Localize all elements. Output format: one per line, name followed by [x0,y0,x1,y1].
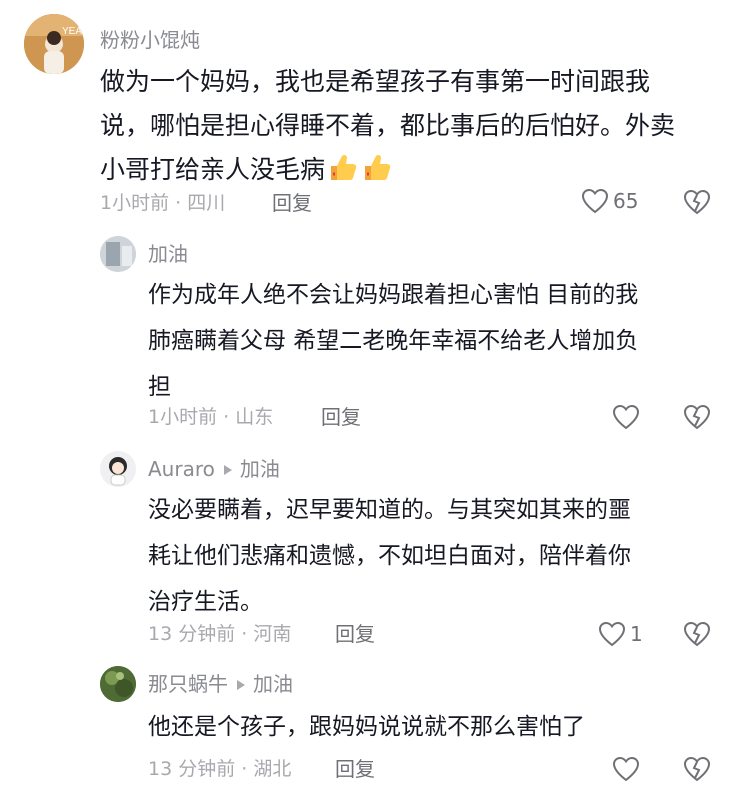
reply-username[interactable]: 加油 [148,244,188,264]
heart-icon [612,404,640,430]
broken-heart-icon [683,189,711,215]
avatar[interactable] [100,666,136,702]
like-count: 65 [613,189,639,213]
comment-text: 做为一个妈妈，我也是希望孩子有事第一时间跟我 说，哪怕是担心得睡不着，都比事后的… [100,60,710,198]
heart-icon [612,756,640,782]
thumbs-up-icon [361,152,393,198]
reply-meta: 13 分钟前 · 河南 [148,623,292,645]
dislike-button[interactable] [683,404,711,434]
reply-item: 加油 作为成年人绝不会让妈妈跟着担心害怕 目前的我 肺癌瞒着父母 希望二老晚年幸… [0,230,746,445]
comment-meta: 1小时前 · 四川 [100,192,226,214]
comment-item: YEAH 粉粉小馄炖 做为一个妈妈，我也是希望孩子有事第一时间跟我 说，哪怕是担… [0,0,746,230]
like-button[interactable] [612,756,644,782]
reply-text: 没必要瞒着，迟早要知道的。与其突如其来的噩 耗让他们悲痛和遗憾，不如坦白面对，陪… [148,497,631,615]
dislike-button[interactable] [683,621,711,651]
reply-item: 那只蜗牛 加油 他还是个孩子，跟妈妈说说就不那么害怕了 13 分钟前 · 湖北 回… [0,660,746,798]
like-button[interactable]: 65 [581,188,638,214]
comment-username[interactable]: 粉粉小馄炖 [100,30,200,50]
broken-heart-icon [683,621,711,647]
reply-author[interactable]: Auraro [148,457,215,481]
reply-button[interactable]: 回复 [272,193,312,213]
dislike-button[interactable] [683,189,711,219]
like-button[interactable]: 1 [598,621,643,647]
reply-to-user[interactable]: 加油 [253,672,293,696]
broken-heart-icon [683,404,711,430]
reply-button[interactable]: 回复 [321,407,361,427]
reply-meta: 13 分钟前 · 湖北 [148,758,292,780]
thumbs-up-icon [327,152,359,198]
comment-thread: YEAH 粉粉小馄炖 做为一个妈妈，我也是希望孩子有事第一时间跟我 说，哪怕是担… [0,0,746,798]
reply-to-arrow-icon [223,464,232,475]
avatar-image: YEAH [24,14,84,74]
heart-icon [581,188,609,214]
avatar[interactable] [100,451,136,487]
avatar[interactable] [100,236,136,272]
avatar-image [100,666,136,702]
reply-text: 作为成年人绝不会让妈妈跟着担心害怕 目前的我 肺癌瞒着父母 希望二老晚年幸福不给… [148,282,639,400]
like-button[interactable] [612,404,644,430]
reply-username: 那只蜗牛 加油 [148,674,293,694]
like-count: 1 [630,622,643,646]
reply-to-user[interactable]: 加油 [240,457,280,481]
reply-text: 他还是个孩子，跟妈妈说说就不那么害怕了 [148,714,585,740]
avatar[interactable]: YEAH [24,14,84,74]
reply-button[interactable]: 回复 [335,624,375,644]
dislike-button[interactable] [683,756,711,786]
broken-heart-icon [683,756,711,782]
avatar-logo-text: YEAH [62,26,84,37]
reply-button[interactable]: 回复 [335,759,375,779]
reply-meta: 1小时前 · 山东 [148,406,274,428]
heart-icon [598,621,626,647]
reply-to-arrow-icon [237,679,245,690]
avatar-image [100,451,136,487]
avatar-image [100,236,136,272]
reply-item: Auraro 加油 没必要瞒着，迟早要知道的。与其突如其来的噩 耗让他们悲痛和遗憾… [0,445,746,660]
reply-username: Auraro 加油 [148,459,280,479]
reply-author[interactable]: 那只蜗牛 [148,672,228,696]
